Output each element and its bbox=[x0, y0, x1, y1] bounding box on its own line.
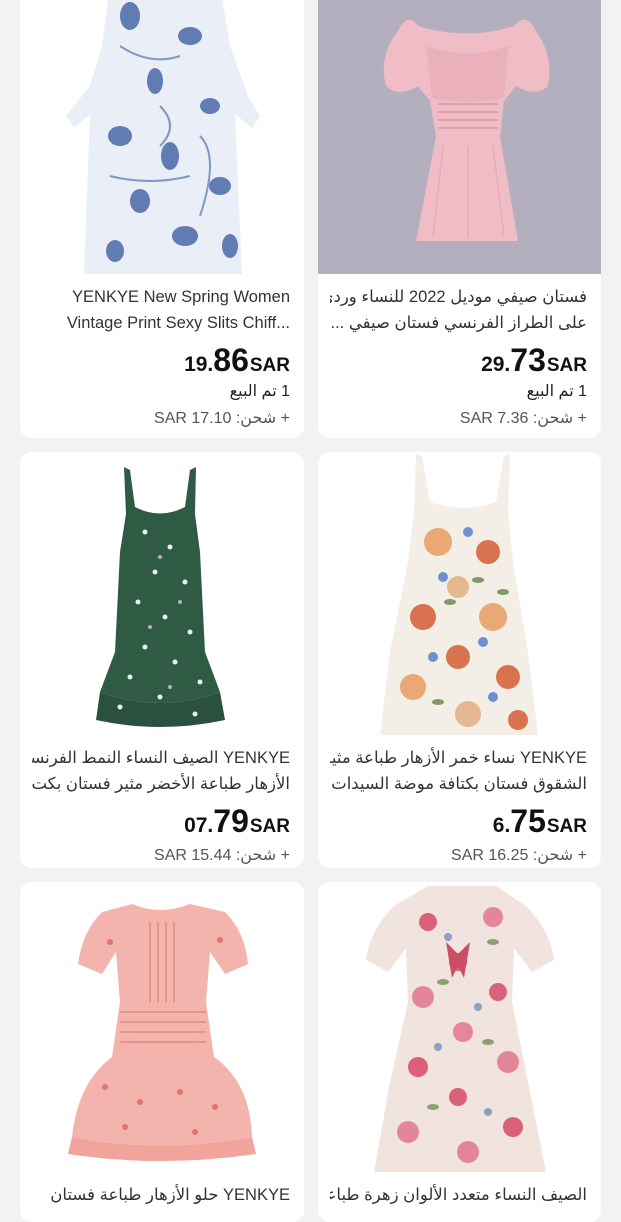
green-floral-dress-image[interactable] bbox=[20, 452, 304, 735]
cream-floral-dress-image[interactable] bbox=[318, 452, 601, 735]
product-card[interactable]: YENKYE New Spring Women Vintage Print Se… bbox=[20, 0, 304, 438]
product-card[interactable]: الصيف النساء متعدد الألوان زهرة طباعة bbox=[318, 882, 601, 1222]
pink-ruffle-dress-image[interactable] bbox=[20, 882, 304, 1172]
product-title[interactable]: YENKYE New Spring Women Vintage Print Se… bbox=[32, 284, 290, 336]
product-title[interactable]: الصيف النساء متعدد الألوان زهرة طباعة bbox=[330, 1182, 587, 1208]
product-card[interactable]: YENKYE الصيف النساء النمط الفرنسي الأزها… bbox=[20, 452, 304, 868]
product-price: 29.73SAR bbox=[481, 342, 587, 378]
product-price: 07.79SAR bbox=[184, 803, 290, 839]
product-price: 6.75SAR bbox=[492, 803, 587, 839]
product-title[interactable]: YENKYE الصيف النساء النمط الفرنسي الأزها… bbox=[32, 745, 290, 797]
shipping-cost: + شحن: SAR 7.36 bbox=[459, 410, 587, 427]
sold-count: 1 تم البيع bbox=[526, 383, 587, 400]
floral-blue-dress-image[interactable] bbox=[20, 0, 304, 274]
product-card[interactable]: YENKYE حلو الأزهار طباعة فستان bbox=[20, 882, 304, 1222]
product-title[interactable]: YENKYE حلو الأزهار طباعة فستان bbox=[32, 1182, 290, 1208]
product-card[interactable]: فستان صيفي موديل 2022 للنساء وردي على ال… bbox=[318, 0, 601, 438]
product-grid: YENKYE New Spring Women Vintage Print Se… bbox=[0, 0, 621, 1222]
shipping-cost: + شحن: SAR 17.10 bbox=[154, 410, 290, 427]
shipping-cost: + شحن: SAR 16.25 bbox=[451, 847, 587, 864]
product-card[interactable]: YENKYE نساء خمر الأزهار طباعة مثير الشقو… bbox=[318, 452, 601, 868]
product-price: 19.86SAR bbox=[184, 342, 290, 378]
sold-count: 1 تم البيع bbox=[229, 383, 290, 400]
product-title[interactable]: فستان صيفي موديل 2022 للنساء وردي على ال… bbox=[330, 284, 587, 336]
product-title[interactable]: YENKYE نساء خمر الأزهار طباعة مثير الشقو… bbox=[330, 745, 587, 797]
pink-puff-dress-image[interactable] bbox=[318, 0, 601, 274]
shipping-cost: + شحن: SAR 15.44 bbox=[154, 847, 290, 864]
rose-print-dress-image[interactable] bbox=[318, 882, 601, 1172]
